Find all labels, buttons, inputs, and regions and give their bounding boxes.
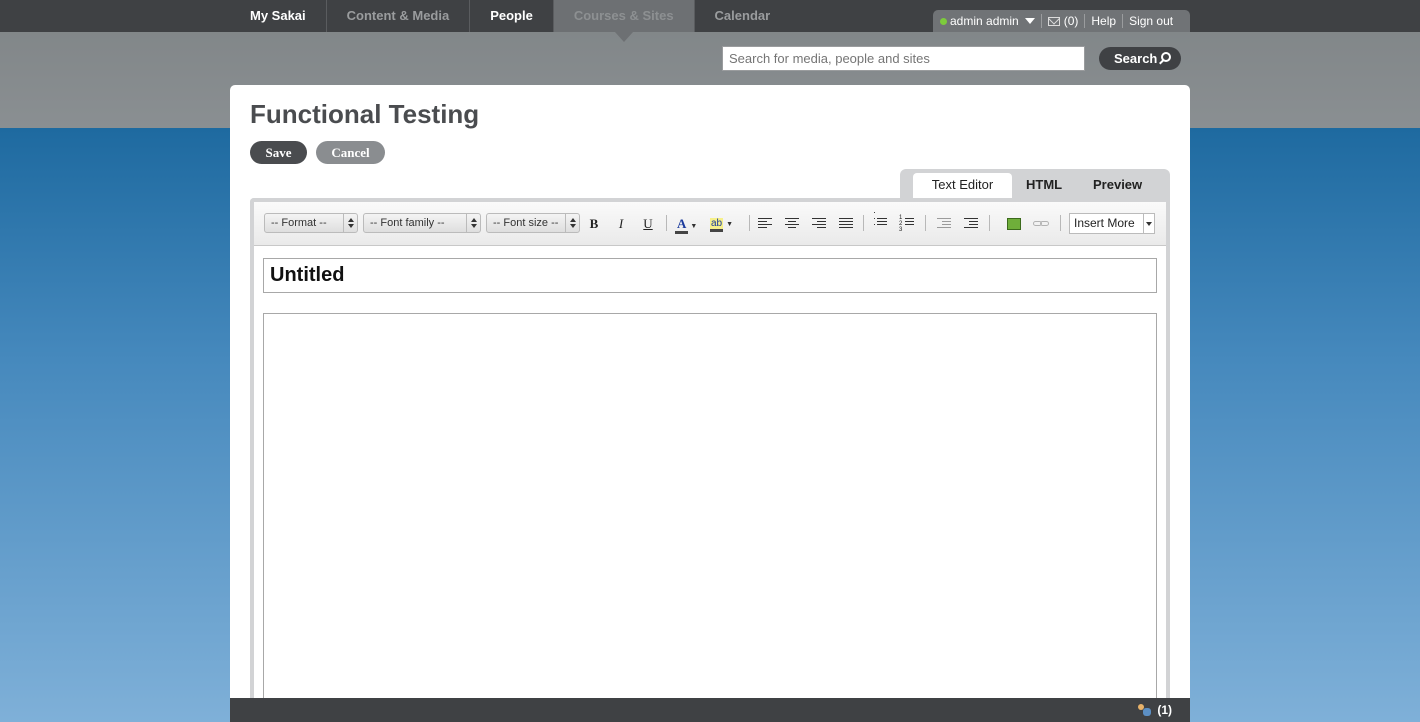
search-input[interactable]	[722, 46, 1085, 71]
text-color-icon: A	[675, 216, 689, 234]
font-family-select-label: -- Font family --	[370, 217, 445, 229]
top-navigation-bar: My Sakai Content & Media People Courses …	[0, 0, 1420, 42]
font-size-select[interactable]: -- Font size --	[486, 213, 580, 233]
divider	[1122, 14, 1124, 28]
main-panel: Functional Testing Save Cancel Text Edit…	[230, 85, 1190, 722]
search-button-label: Search	[1114, 51, 1158, 66]
chevron-down-icon	[1143, 214, 1154, 233]
format-select-label: -- Format --	[271, 217, 327, 229]
user-name[interactable]: admin admin	[950, 14, 1019, 28]
highlight-color-button[interactable]: ab ▼	[710, 214, 740, 234]
toolbar-separator	[925, 215, 926, 231]
underline-button[interactable]: U	[638, 214, 658, 234]
align-center-icon[interactable]	[782, 214, 802, 234]
link-icon[interactable]	[1031, 214, 1051, 234]
toolbar-separator	[666, 215, 667, 231]
align-right-icon[interactable]	[809, 214, 829, 234]
tab-html[interactable]: HTML	[1026, 173, 1062, 201]
insert-more-dropdown[interactable]: Insert More	[1069, 213, 1155, 234]
search-icon	[1161, 52, 1171, 62]
rich-text-editor: -- Format -- -- Font family -- -- Font s…	[250, 198, 1170, 722]
save-button[interactable]: Save	[250, 141, 307, 164]
insert-image-icon[interactable]	[1004, 214, 1024, 234]
select-arrows-icon	[343, 214, 357, 232]
divider	[1084, 14, 1086, 28]
main-nav: My Sakai Content & Media People Courses …	[230, 0, 791, 42]
font-size-select-label: -- Font size --	[493, 217, 559, 229]
highlight-icon: ab	[710, 218, 724, 232]
help-link[interactable]: Help	[1091, 14, 1116, 28]
chat-count: (1)	[1157, 703, 1172, 717]
toolbar-separator	[749, 215, 750, 231]
mail-icon[interactable]	[1047, 16, 1060, 26]
toolbar-separator	[989, 215, 990, 231]
page-title: Functional Testing	[250, 99, 480, 129]
format-select[interactable]: -- Format --	[264, 213, 358, 233]
chevron-down-icon[interactable]	[1024, 18, 1035, 24]
tab-text-editor[interactable]: Text Editor	[913, 173, 1012, 201]
cancel-button[interactable]: Cancel	[316, 141, 385, 164]
chat-button[interactable]: (1)	[1138, 703, 1172, 717]
nav-my-sakai[interactable]: My Sakai	[230, 0, 327, 32]
toolbar-separator	[1060, 215, 1061, 231]
divider	[1040, 14, 1042, 28]
sign-out-link[interactable]: Sign out	[1129, 14, 1173, 28]
bold-button[interactable]: B	[584, 214, 604, 234]
nav-courses-sites[interactable]: Courses & Sites	[553, 0, 695, 42]
tab-preview[interactable]: Preview	[1093, 173, 1142, 201]
editor-body[interactable]	[263, 313, 1157, 722]
insert-more-label: Insert More	[1074, 216, 1135, 230]
select-arrows-icon	[466, 214, 480, 232]
nav-content-media[interactable]: Content & Media	[327, 0, 471, 32]
outdent-icon[interactable]	[934, 214, 954, 234]
select-arrows-icon	[565, 214, 579, 232]
bullet-list-icon[interactable]: · · ·	[871, 208, 891, 234]
message-count[interactable]: (0)	[1064, 14, 1079, 28]
font-family-select[interactable]: -- Font family --	[363, 213, 481, 233]
numbered-list-icon[interactable]: 123	[898, 214, 918, 234]
indent-icon[interactable]	[961, 214, 981, 234]
text-color-button[interactable]: A ▼	[675, 214, 703, 234]
search-button[interactable]: Search	[1099, 47, 1181, 70]
italic-button[interactable]: I	[611, 214, 631, 234]
user-menu-bar: admin admin (0) Help Sign out	[933, 10, 1190, 32]
nav-calendar[interactable]: Calendar	[695, 0, 791, 32]
editor-toolbar: -- Format -- -- Font family -- -- Font s…	[254, 202, 1166, 246]
toolbar-separator	[863, 215, 864, 231]
align-left-icon[interactable]	[755, 214, 775, 234]
document-title-input[interactable]: Untitled	[263, 258, 1157, 293]
online-status-icon	[940, 17, 947, 25]
align-justify-icon[interactable]	[836, 214, 856, 234]
bottom-bar: (1)	[230, 698, 1190, 722]
editor-tabs: Text Editor HTML Preview	[900, 169, 1170, 201]
people-icon	[1138, 704, 1152, 716]
nav-people[interactable]: People	[470, 0, 554, 32]
